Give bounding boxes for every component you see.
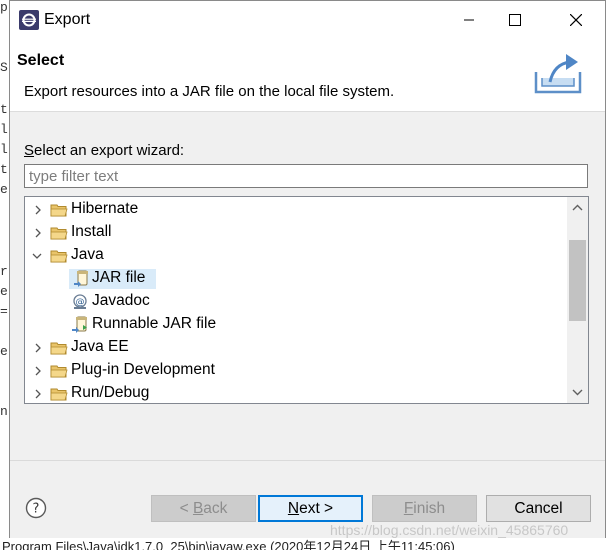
- folder-icon: [50, 365, 68, 378]
- tree-item[interactable]: Java: [25, 244, 566, 267]
- wizard-header: Select Export resources into a JAR file …: [10, 39, 605, 112]
- background-console-line: Program Files\Java\jdk1.7.0_25\bin\javaw…: [0, 538, 613, 550]
- tree-item-label: Java EE: [71, 338, 129, 355]
- wizard-tree[interactable]: Hibernate Install Java JAR file @ Javado…: [24, 196, 589, 404]
- scroll-thumb[interactable]: [569, 240, 586, 321]
- svg-text:?: ?: [33, 502, 40, 517]
- background-editor-left: p S t l l t e r e = e n: [0, 0, 9, 550]
- next-button[interactable]: Next >: [258, 495, 363, 522]
- jar-file-icon: [74, 270, 88, 287]
- tree-item[interactable]: @ Javadoc: [25, 290, 566, 313]
- export-jar-icon: [534, 54, 582, 94]
- console-status-text: Program Files\Java\jdk1.7.0_25\bin\javaw…: [2, 539, 455, 550]
- runnable-jar-icon: [72, 316, 87, 333]
- bg-fragment: p: [0, 0, 8, 15]
- tree-item-label: Run/Debug: [71, 384, 150, 401]
- bg-fragment: r: [0, 264, 8, 279]
- javadoc-icon: @: [73, 294, 87, 309]
- scroll-up-button[interactable]: [567, 197, 588, 218]
- tree-item-label: Javadoc: [92, 292, 150, 309]
- export-dialog: Export Select Export resources into a JA…: [9, 0, 606, 539]
- eclipse-app-icon: [19, 10, 39, 30]
- bg-fragment: e: [0, 344, 8, 359]
- chevron-right-icon[interactable]: [33, 343, 43, 353]
- tree-item-label: Hibernate: [71, 200, 139, 217]
- tree-item-label: Runnable JAR file: [92, 315, 217, 332]
- tree-item[interactable]: Hibernate: [25, 198, 566, 221]
- bg-fragment: l: [0, 122, 8, 137]
- close-button[interactable]: [553, 1, 599, 39]
- folder-icon: [50, 342, 68, 355]
- tree-item-label: Java: [71, 246, 104, 263]
- folder-icon: [50, 204, 68, 217]
- filter-input[interactable]: [24, 164, 588, 188]
- close-icon: [570, 14, 582, 26]
- maximize-button[interactable]: [492, 1, 538, 39]
- bg-fragment: n: [0, 404, 8, 419]
- tree-item-label: Plug-in Development: [71, 361, 215, 378]
- bg-fragment: t: [0, 162, 8, 177]
- bg-fragment: S: [0, 60, 8, 75]
- tree-item[interactable]: Run/Debug: [25, 382, 566, 403]
- minimize-icon: [464, 19, 474, 21]
- chevron-right-icon[interactable]: [33, 366, 43, 376]
- tree-item[interactable]: Java EE: [25, 336, 566, 359]
- chevron-right-icon[interactable]: [33, 228, 43, 238]
- cancel-button[interactable]: Cancel: [486, 495, 591, 522]
- bg-fragment: e: [0, 284, 8, 299]
- chevron-up-icon: [572, 204, 583, 211]
- page-description: Export resources into a JAR file on the …: [24, 83, 395, 100]
- folder-icon: [50, 388, 68, 401]
- bg-fragment: e: [0, 182, 8, 197]
- tree-item[interactable]: Runnable JAR file: [25, 313, 566, 336]
- scroll-down-button[interactable]: [567, 382, 588, 403]
- svg-text:@: @: [76, 298, 85, 308]
- back-button[interactable]: < Back: [151, 495, 256, 522]
- tree-item-label: Install: [71, 223, 112, 240]
- chevron-right-icon[interactable]: [33, 205, 43, 215]
- chevron-right-icon[interactable]: [33, 389, 43, 399]
- folder-open-icon: [50, 250, 68, 263]
- help-icon[interactable]: ?: [25, 497, 47, 519]
- minimize-button[interactable]: [446, 1, 492, 39]
- window-title: Export: [44, 11, 91, 28]
- finish-button[interactable]: Finish: [372, 495, 477, 522]
- chevron-down-icon[interactable]: [32, 251, 42, 261]
- bg-fragment: t: [0, 102, 8, 117]
- tree-item-selected[interactable]: JAR file: [25, 267, 566, 290]
- tree-item-label: JAR file: [92, 269, 146, 286]
- page-title: Select: [17, 52, 65, 69]
- watermark: https://blog.csdn.net/weixin_45865760: [330, 522, 569, 538]
- tree-item[interactable]: Plug-in Development: [25, 359, 566, 382]
- bg-fragment: =: [0, 304, 8, 319]
- wizard-body: Select an export wizard: Hibernate Insta…: [10, 112, 605, 460]
- maximize-icon: [509, 14, 521, 26]
- folder-icon: [50, 227, 68, 240]
- wizard-select-label: Select an export wizard:: [24, 142, 185, 159]
- tree-scrollbar[interactable]: [567, 197, 588, 403]
- title-bar[interactable]: Export: [10, 1, 605, 39]
- chevron-down-icon: [572, 389, 583, 396]
- bg-fragment: l: [0, 142, 8, 157]
- tree-item[interactable]: Install: [25, 221, 566, 244]
